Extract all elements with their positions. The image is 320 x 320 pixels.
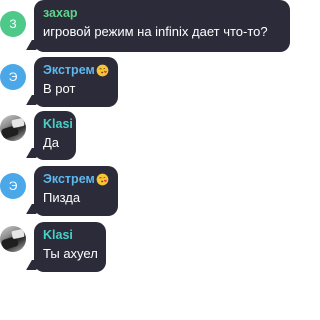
sender-name[interactable]: Klasi — [43, 116, 73, 132]
message-row: З захар игровой режим на infinix дает чт… — [0, 0, 293, 56]
message-text: Ты ахуел — [43, 246, 98, 261]
sender-line: Экстрем — [43, 62, 110, 78]
message-bubble[interactable]: Экстрем Пизда — [34, 166, 118, 216]
user-photo-avatar-icon[interactable] — [0, 226, 26, 252]
avatar-initial: Э — [8, 179, 18, 193]
kissing-heart-emoji-icon — [96, 64, 109, 76]
avatar-photo-shape — [11, 228, 25, 240]
sender-line: Экстрем — [43, 171, 110, 187]
message-row: Э Экстрем Пизда — [0, 166, 293, 222]
avatar-initial: З — [9, 17, 17, 31]
message-text: Пизда — [43, 190, 81, 205]
message-bubble[interactable]: Klasi Ты ахуел — [34, 222, 106, 272]
avatar-initial: Э — [8, 70, 18, 84]
user-photo-avatar-icon[interactable] — [0, 115, 26, 141]
avatar[interactable]: З — [0, 11, 26, 37]
avatar[interactable]: Э — [0, 64, 26, 90]
sender-name[interactable]: захар — [43, 5, 78, 21]
sender-line: Klasi — [43, 116, 73, 132]
avatar-photo-shape — [11, 117, 25, 129]
message-text: Да — [43, 135, 60, 150]
sender-name[interactable]: Klasi — [43, 227, 73, 243]
sender-line: захар — [43, 5, 282, 21]
message-row: Klasi Да — [0, 111, 293, 167]
message-text: В рот — [43, 81, 76, 96]
chat-message-list: З захар игровой режим на infinix дает чт… — [0, 0, 293, 320]
message-row: Э Экстрем В рот — [0, 57, 293, 113]
sender-line: Klasi — [43, 227, 98, 243]
sender-name[interactable]: Экстрем — [43, 171, 95, 187]
message-bubble[interactable]: Экстрем В рот — [34, 57, 118, 107]
message-text: игровой режим на infinix дает что-то? — [43, 24, 268, 39]
message-bubble[interactable]: Klasi Да — [34, 111, 76, 160]
sender-name[interactable]: Экстрем — [43, 62, 95, 78]
message-bubble[interactable]: захар игровой режим на infinix дает что-… — [34, 0, 290, 52]
message-row: Klasi Ты ахуел — [0, 222, 293, 278]
kissing-heart-emoji-icon — [96, 173, 109, 185]
avatar[interactable]: Э — [0, 173, 26, 199]
